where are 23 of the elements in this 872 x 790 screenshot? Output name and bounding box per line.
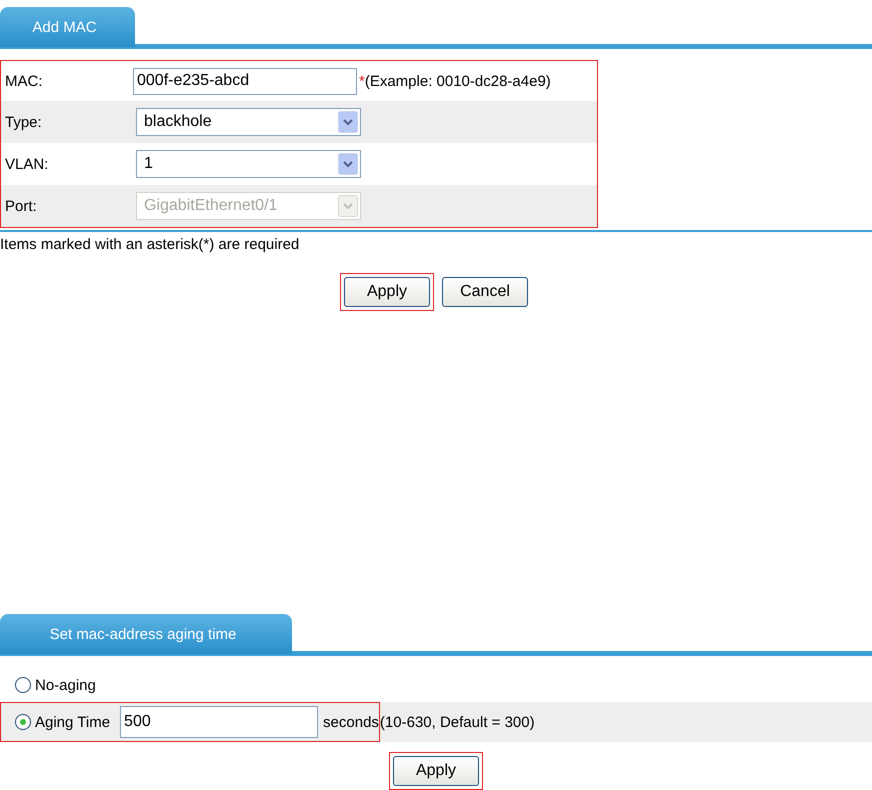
caret-icon xyxy=(338,153,358,175)
mac-input[interactable]: 000f-e235-abcd xyxy=(133,68,357,94)
range-hint: (10-630, Default = 300) xyxy=(380,714,535,730)
caret-icon xyxy=(338,111,358,133)
dropdown[interactable]: 1 xyxy=(136,150,361,178)
apply-button[interactable]: Apply xyxy=(344,277,430,307)
required-mark: * xyxy=(359,72,365,90)
apply-button[interactable]: Apply xyxy=(393,756,479,786)
required-note: Items marked with an asterisk(*) are required xyxy=(0,236,300,253)
radio-button[interactable] xyxy=(15,677,31,693)
cancel-button[interactable]: Cancel xyxy=(442,277,528,307)
option-label: Aging Time xyxy=(35,714,110,730)
option-label: No-aging xyxy=(35,676,96,694)
field-label: Port: xyxy=(5,198,38,214)
caret-icon xyxy=(338,195,358,217)
aging-input[interactable]: 500 xyxy=(120,706,318,738)
dropdown[interactable]: blackhole xyxy=(136,108,361,136)
example-hint: (Example: 0010-dc28-a4e9) xyxy=(364,72,551,90)
unit-label: seconds xyxy=(323,714,379,730)
field-label: VLAN: xyxy=(5,156,50,172)
field-label: MAC: xyxy=(5,72,44,90)
radio-button[interactable] xyxy=(15,714,31,730)
field-label: Type: xyxy=(5,114,43,130)
